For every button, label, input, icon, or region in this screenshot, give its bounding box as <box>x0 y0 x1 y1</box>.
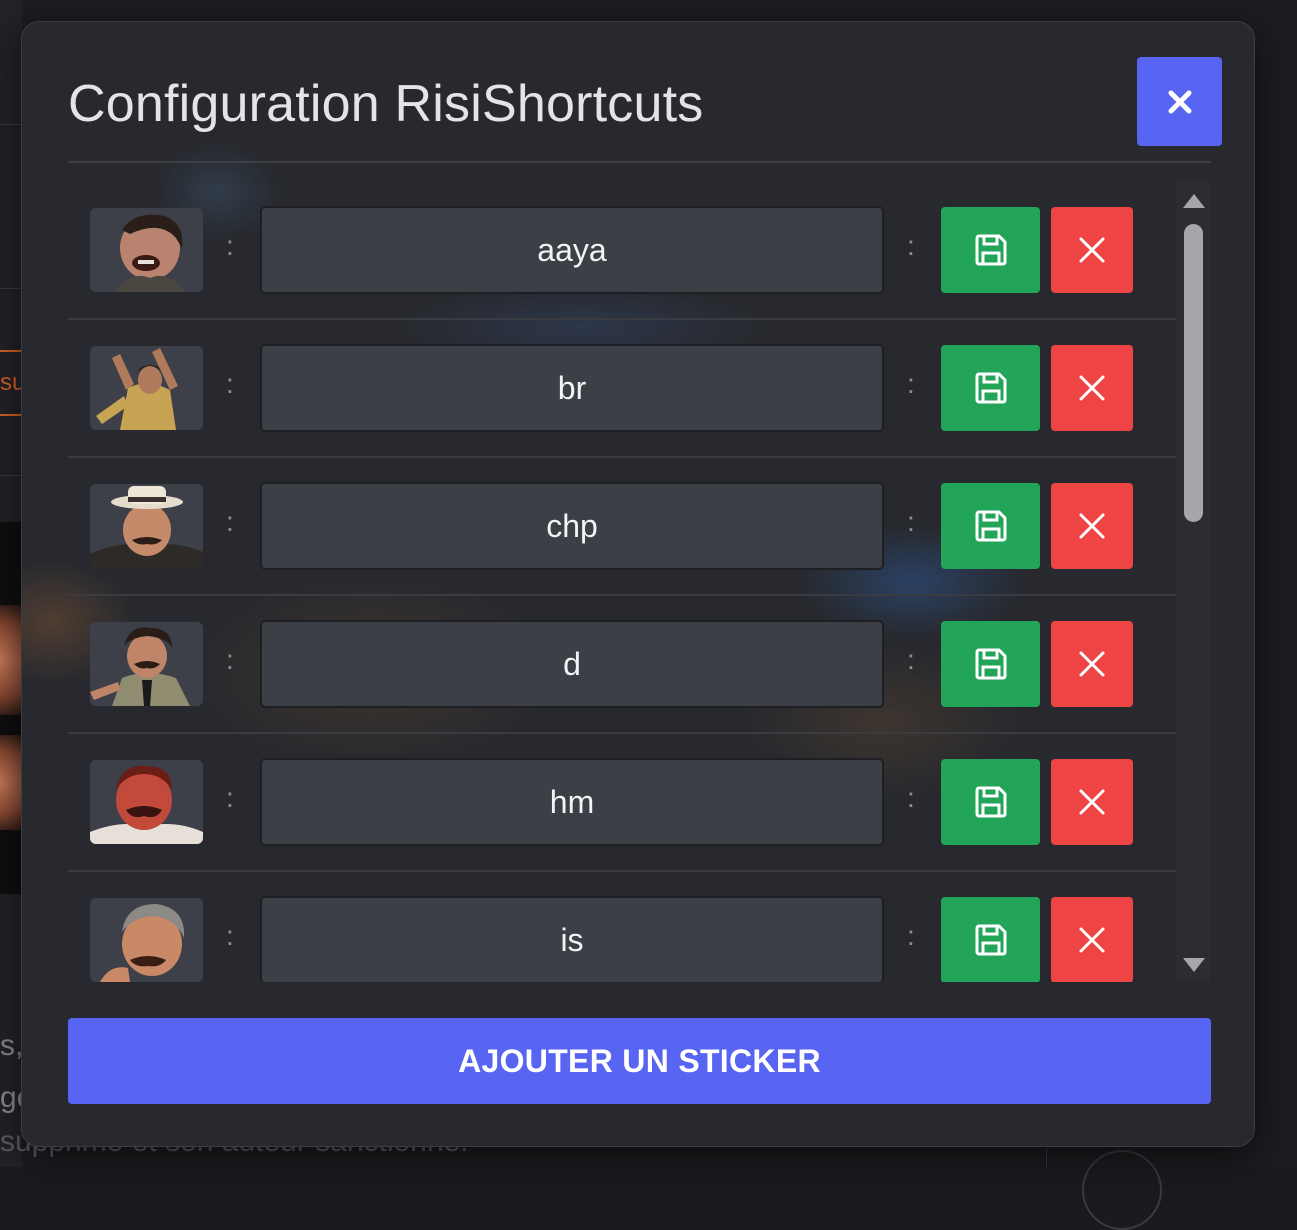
scroll-up-arrow-icon[interactable] <box>1183 194 1205 208</box>
separator-colon: : <box>907 368 915 400</box>
man-with-hat-sticker <box>90 484 203 568</box>
save-button[interactable] <box>941 483 1040 569</box>
save-icon <box>973 922 1009 958</box>
sticker-row: : hm : <box>68 734 1177 872</box>
background-text: s, ge <box>0 1020 22 1124</box>
separator-colon: : <box>907 230 915 262</box>
red-face-man-sticker <box>90 760 203 844</box>
separator-colon: : <box>226 920 234 952</box>
close-button[interactable] <box>1137 57 1222 146</box>
background-tab: su <box>0 350 22 416</box>
save-button[interactable] <box>941 207 1040 293</box>
sticker-row: : is : <box>68 872 1177 982</box>
sticker-row: : d : <box>68 596 1177 734</box>
save-button[interactable] <box>941 759 1040 845</box>
sticker-name-input[interactable]: chp <box>260 482 884 570</box>
save-icon <box>973 232 1009 268</box>
save-button[interactable] <box>941 621 1040 707</box>
scrollbar[interactable] <box>1176 182 1210 982</box>
save-icon <box>973 508 1009 544</box>
background-avatar <box>1082 1150 1162 1230</box>
modal-title: Configuration RisiShortcuts <box>68 74 703 134</box>
man-pointing-sticker <box>90 622 203 706</box>
delete-button[interactable] <box>1051 621 1133 707</box>
sticker-row: : chp : <box>68 458 1177 596</box>
separator-colon: : <box>907 920 915 952</box>
delete-icon <box>1078 926 1106 954</box>
delete-button[interactable] <box>1051 207 1133 293</box>
sticker-name-input[interactable]: br <box>260 344 884 432</box>
separator-colon: : <box>226 506 234 538</box>
background-image <box>0 605 22 715</box>
background-divider <box>0 124 22 125</box>
scrollbar-thumb[interactable] <box>1184 224 1203 522</box>
scroll-down-arrow-icon[interactable] <box>1183 958 1205 972</box>
delete-icon <box>1078 512 1106 540</box>
sticker-row: : br : <box>68 320 1177 458</box>
header-divider <box>68 161 1211 163</box>
background-divider <box>1046 1148 1047 1167</box>
save-icon <box>973 370 1009 406</box>
separator-colon: : <box>907 782 915 814</box>
save-button[interactable] <box>941 345 1040 431</box>
add-sticker-button[interactable]: AJOUTER UN STICKER <box>68 1018 1211 1104</box>
delete-icon <box>1078 236 1106 264</box>
delete-icon <box>1078 788 1106 816</box>
delete-button[interactable] <box>1051 897 1133 982</box>
save-icon <box>973 784 1009 820</box>
delete-icon <box>1078 374 1106 402</box>
save-icon <box>973 646 1009 682</box>
sticker-name-input[interactable]: aaya <box>260 206 884 294</box>
config-modal: Configuration RisiShortcuts : aaya : <box>21 21 1255 1147</box>
separator-colon: : <box>226 782 234 814</box>
sticker-list: : aaya : <box>68 182 1211 982</box>
sticker-row: : aaya : <box>68 182 1177 320</box>
delete-button[interactable] <box>1051 759 1133 845</box>
separator-colon: : <box>226 368 234 400</box>
laughing-man-sticker <box>90 208 203 292</box>
delete-button[interactable] <box>1051 483 1133 569</box>
background-image <box>0 735 22 830</box>
clapping-man-sticker <box>90 346 203 430</box>
background-divider <box>0 288 22 289</box>
separator-colon: : <box>907 506 915 538</box>
background-divider <box>0 475 22 476</box>
separator-colon: : <box>907 644 915 676</box>
grey-hair-man-sticker <box>90 898 203 982</box>
separator-colon: : <box>226 230 234 262</box>
delete-icon <box>1078 650 1106 678</box>
close-icon <box>1167 89 1193 115</box>
delete-button[interactable] <box>1051 345 1133 431</box>
separator-colon: : <box>226 644 234 676</box>
sticker-name-input[interactable]: hm <box>260 758 884 846</box>
sticker-name-input[interactable]: d <box>260 620 884 708</box>
sticker-name-input[interactable]: is <box>260 896 884 982</box>
save-button[interactable] <box>941 897 1040 982</box>
